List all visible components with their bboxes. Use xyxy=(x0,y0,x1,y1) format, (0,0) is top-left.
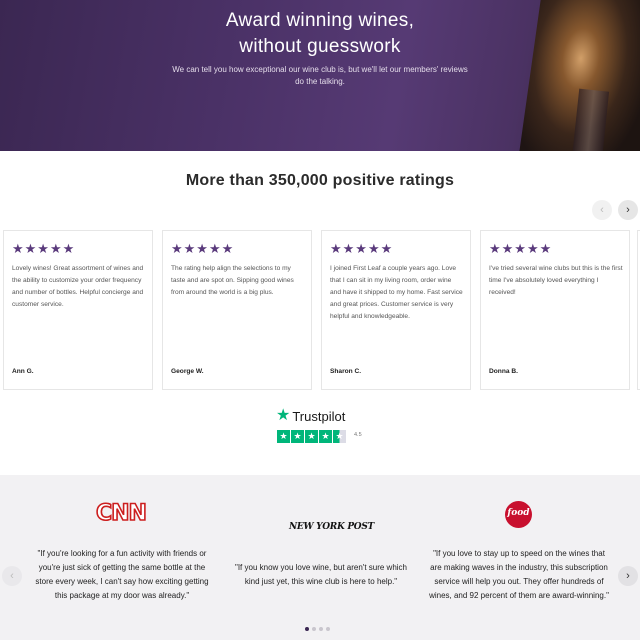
chevron-right-icon: › xyxy=(626,204,630,216)
pagination-dot[interactable] xyxy=(312,627,316,631)
trustpilot-stars: ★ ★ ★ ★ ★ xyxy=(277,430,347,443)
review-card: ★★★★★ I've tried several wine clubs but … xyxy=(480,230,630,390)
reviews-next-button[interactable]: › xyxy=(618,200,638,220)
trustpilot-star-box-icon: ★ xyxy=(277,430,290,443)
press-quote-cnn: "If you're looking for a fun activity wi… xyxy=(35,549,209,600)
review-author: Ann G. xyxy=(12,368,34,375)
star-rating-icon: ★★★★★ xyxy=(12,241,76,256)
press-quote-food: "If you love to stay up to speed on the … xyxy=(429,549,609,600)
chevron-left-icon: ‹ xyxy=(600,204,604,216)
pagination-dot-active[interactable] xyxy=(305,627,309,631)
review-author: Donna B. xyxy=(489,368,518,375)
review-author: George W. xyxy=(171,368,204,375)
star-rating-icon: ★★★★★ xyxy=(171,241,235,256)
ratings-title: More than 350,000 positive ratings xyxy=(185,172,455,189)
trustpilot-star-box-icon: ★ xyxy=(319,430,332,443)
food-network-logo: food xyxy=(505,501,532,528)
trustpilot-star-box-icon: ★ xyxy=(305,430,318,443)
trustpilot-name: Trustpilot xyxy=(292,408,346,424)
hero-title-line2: without guesswork xyxy=(239,36,401,57)
trustpilot-half-star-box-icon: ★ xyxy=(333,430,346,443)
hero-banner: Award winning wines, without guesswork W… xyxy=(0,0,640,151)
review-card: ★★★★★ The rating help align the selectio… xyxy=(162,230,312,390)
press-quote-nypost: "If you know you love wine, but aren't s… xyxy=(234,563,407,586)
chevron-left-icon: ‹ xyxy=(10,570,14,582)
review-text: The rating help align the selections to … xyxy=(171,265,294,296)
press-next-button[interactable]: › xyxy=(618,566,638,586)
pagination-dot[interactable] xyxy=(326,627,330,631)
review-text: Lovely wines! Great assortment of wines … xyxy=(12,265,144,308)
new-york-post-logo: NEW YORK POST xyxy=(289,522,374,532)
review-text: I've tried several wine clubs but this i… xyxy=(489,265,623,296)
chevron-right-icon: › xyxy=(626,570,630,582)
press-prev-button[interactable]: ‹ xyxy=(2,566,22,586)
trustpilot-star-icon: ★ xyxy=(276,407,291,424)
trustpilot-logo: ★ Trustpilot xyxy=(276,408,345,424)
review-card: ★★★★★ Lovely wines! Great assortment of … xyxy=(3,230,153,390)
hero-title-line1: Award winning wines, xyxy=(225,10,415,31)
review-author: Sharon C. xyxy=(330,368,362,375)
star-rating-icon: ★★★★★ xyxy=(330,241,394,256)
hero-title: Award winning wines, without guesswork xyxy=(0,8,640,60)
review-text: I joined First Leaf a couple years ago. … xyxy=(330,265,463,320)
trustpilot-score: 4.5 xyxy=(354,432,362,438)
cnn-logo: CNN xyxy=(95,500,148,527)
carousel-pagination xyxy=(305,627,330,631)
reviews-prev-button[interactable]: ‹ xyxy=(592,200,612,220)
trustpilot-badge[interactable]: ★ Trustpilot ★ ★ ★ ★ ★ 4.5 xyxy=(276,408,366,448)
star-rating-icon: ★★★★★ xyxy=(489,241,553,256)
review-card: ★★★★★ I joined First Leaf a couple years… xyxy=(321,230,471,390)
pagination-dot[interactable] xyxy=(319,627,323,631)
trustpilot-star-box-icon: ★ xyxy=(291,430,304,443)
hero-subtitle: We can tell you how exceptional our wine… xyxy=(172,65,468,86)
